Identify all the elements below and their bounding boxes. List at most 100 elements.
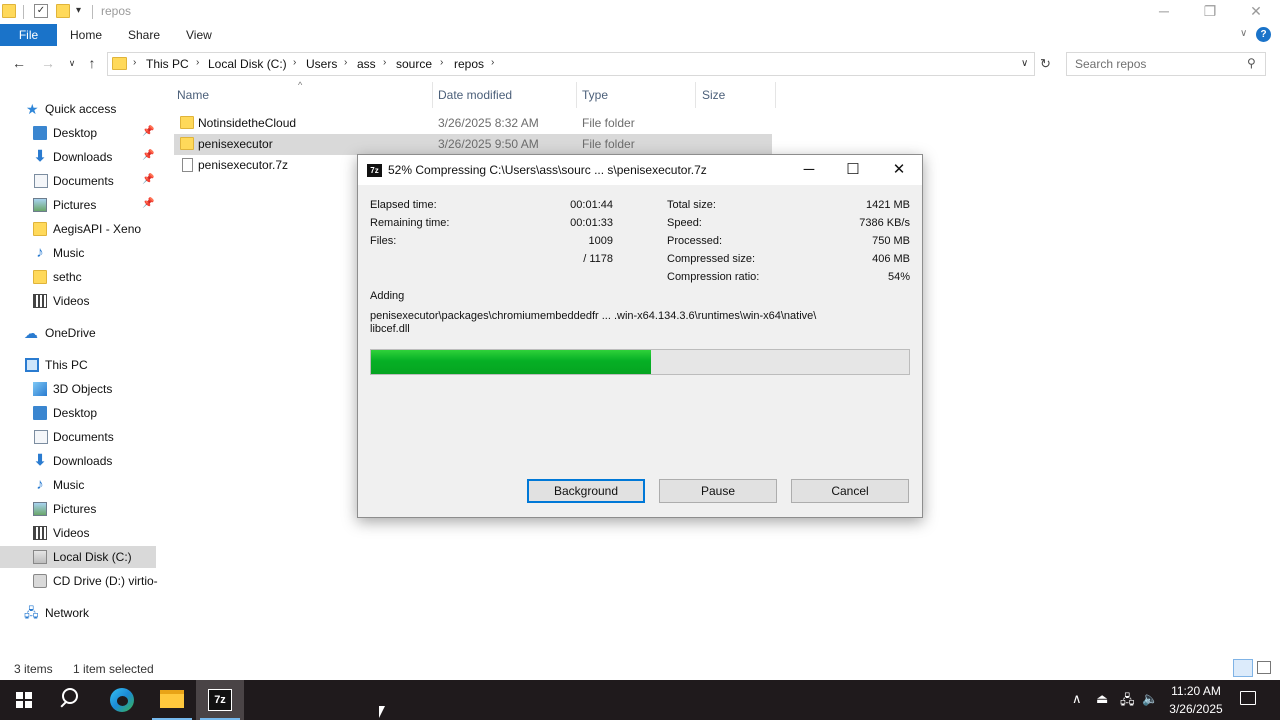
new-folder-icon[interactable]	[56, 4, 70, 18]
breadcrumb-source[interactable]: source	[396, 57, 432, 71]
clock-date[interactable]: 3/26/2025	[1160, 702, 1232, 716]
tab-view[interactable]: View	[186, 24, 212, 46]
close-icon[interactable]: ✕	[1233, 0, 1279, 24]
breadcrumb-ass[interactable]: ass	[357, 57, 376, 71]
search-icon[interactable]: ⚲	[1247, 56, 1256, 70]
breadcrumb-separator-icon[interactable]: ›	[383, 57, 386, 68]
breadcrumb-separator-icon[interactable]: ›	[491, 57, 494, 68]
nav-documents[interactable]: Documents	[0, 426, 156, 448]
nav-music-quick[interactable]: ♪ Music	[0, 242, 156, 264]
current-file-name: libcef.dll	[370, 323, 410, 335]
breadcrumb-local-disk[interactable]: Local Disk (C:)	[208, 57, 287, 71]
cancel-button[interactable]: Cancel	[791, 479, 909, 503]
properties-checkbox-icon[interactable]: ✓	[34, 4, 48, 18]
current-file-path: penisexecutor\packages\chromiumembeddedf…	[370, 310, 817, 322]
column-header-size[interactable]: Size	[702, 88, 725, 102]
item-count: 3 items	[14, 662, 53, 676]
nav-quick-access[interactable]: ★ Quick access	[0, 98, 156, 120]
tab-home[interactable]: Home	[70, 24, 102, 46]
taskbar-edge[interactable]	[98, 680, 146, 720]
column-divider[interactable]	[576, 82, 577, 108]
restore-icon[interactable]: ❐	[1187, 0, 1233, 24]
tab-share[interactable]: Share	[128, 24, 160, 46]
files-total: / 1178	[583, 253, 613, 265]
address-dropdown-chevron-icon[interactable]: ∨	[1021, 58, 1028, 69]
breadcrumb-repos[interactable]: repos	[454, 57, 484, 71]
details-view-icon[interactable]	[1233, 659, 1253, 677]
breadcrumb-separator-icon[interactable]: ›	[344, 57, 347, 68]
pause-button[interactable]: Pause	[659, 479, 777, 503]
nav-local-disk[interactable]: Local Disk (C:)	[0, 546, 156, 568]
file-row[interactable]: NotinsidetheCloud 3/26/2025 8:32 AM File…	[174, 113, 772, 134]
minimize-icon[interactable]: ─	[794, 159, 824, 181]
nav-videos[interactable]: Videos	[0, 522, 156, 544]
compression-ratio-value: 54%	[887, 271, 910, 283]
column-divider[interactable]	[695, 82, 696, 108]
folder-icon	[180, 137, 194, 150]
usb-device-icon[interactable]: ⏏	[1096, 691, 1108, 707]
pin-icon: 📌	[142, 198, 155, 209]
quick-access-dropdown-icon[interactable]: ▾	[76, 4, 90, 18]
large-icons-view-icon[interactable]	[1257, 661, 1271, 674]
column-divider[interactable]	[775, 82, 776, 108]
clock-time[interactable]: 11:20 AM	[1160, 684, 1232, 698]
nav-downloads[interactable]: ⬇ Downloads	[0, 450, 156, 472]
expand-ribbon-chevron-icon[interactable]: ∨	[1240, 28, 1247, 39]
nav-onedrive[interactable]: ☁ OneDrive	[0, 322, 156, 344]
address-bar[interactable]: › This PC › Local Disk (C:) › Users › as…	[107, 52, 1035, 76]
taskbar-7zip[interactable]: 7z	[196, 680, 244, 720]
up-arrow-icon[interactable]: ↑	[84, 55, 100, 71]
nav-3d-objects[interactable]: 3D Objects	[0, 378, 156, 400]
recent-locations-chevron-icon[interactable]: ∨	[64, 55, 80, 71]
tab-file[interactable]: File	[0, 24, 57, 46]
volume-muted-icon[interactable]: 🔈	[1142, 691, 1158, 707]
taskbar-search-button[interactable]	[48, 680, 96, 720]
close-icon[interactable]: ✕	[884, 159, 914, 181]
cube-icon	[33, 382, 47, 396]
maximize-icon[interactable]: ☐	[838, 159, 868, 181]
nav-aegisapi-xeno[interactable]: AegisAPI - Xeno	[0, 218, 156, 240]
search-input[interactable]: Search repos ⚲	[1066, 52, 1266, 76]
nav-cd-drive[interactable]: CD Drive (D:) virtio-	[0, 570, 158, 592]
nav-sethc[interactable]: sethc	[0, 266, 156, 288]
nav-desktop[interactable]: Desktop	[0, 402, 156, 424]
back-arrow-icon[interactable]: ←	[11, 55, 27, 71]
7zip-icon: 7z	[208, 689, 232, 711]
breadcrumb-separator-icon[interactable]: ›	[293, 57, 296, 68]
nav-documents-quick[interactable]: Documents 📌	[0, 170, 156, 192]
folder-app-icon	[2, 4, 16, 18]
nav-this-pc[interactable]: This PC	[0, 354, 156, 376]
breadcrumb-separator-icon[interactable]: ›	[196, 57, 199, 68]
breadcrumb-users[interactable]: Users	[306, 57, 337, 71]
nav-pictures-quick[interactable]: Pictures 📌	[0, 194, 156, 216]
column-header-name[interactable]: Name	[177, 88, 209, 102]
download-arrow-icon: ⬇	[33, 148, 47, 165]
background-button[interactable]: Background	[527, 479, 645, 503]
nav-music[interactable]: ♪ Music	[0, 474, 156, 496]
breadcrumb-this-pc[interactable]: This PC	[146, 57, 189, 71]
nav-pictures[interactable]: Pictures	[0, 498, 156, 520]
column-divider[interactable]	[432, 82, 433, 108]
taskbar-file-explorer[interactable]	[148, 680, 196, 720]
network-status-icon[interactable]: 🖧	[1120, 691, 1135, 713]
column-header-date[interactable]: Date modified	[438, 88, 512, 102]
file-date: 3/26/2025 9:50 AM	[438, 137, 539, 151]
nav-desktop-quick[interactable]: Desktop 📌	[0, 122, 156, 144]
refresh-icon[interactable]: ↻	[1040, 56, 1051, 72]
start-button[interactable]	[0, 680, 48, 720]
help-icon[interactable]: ?	[1256, 27, 1271, 42]
show-hidden-icons-chevron-icon[interactable]: ∧	[1072, 691, 1082, 707]
computer-icon	[25, 358, 39, 372]
breadcrumb-separator-icon[interactable]: ›	[440, 57, 443, 68]
nav-videos-quick[interactable]: Videos	[0, 290, 156, 312]
minimize-icon[interactable]: ─	[1141, 0, 1187, 24]
column-header-type[interactable]: Type	[582, 88, 608, 102]
breadcrumb-separator-icon[interactable]: ›	[133, 57, 136, 68]
nav-network[interactable]: 🖧 Network	[0, 602, 156, 624]
file-row-selected[interactable]: penisexecutor 3/26/2025 9:50 AM File fol…	[174, 134, 772, 155]
forward-arrow-icon[interactable]: →	[40, 55, 56, 71]
file-type: File folder	[582, 116, 635, 130]
notifications-icon[interactable]	[1240, 691, 1256, 705]
files-label: Files:	[370, 235, 397, 247]
nav-downloads-quick[interactable]: ⬇ Downloads 📌	[0, 146, 156, 168]
